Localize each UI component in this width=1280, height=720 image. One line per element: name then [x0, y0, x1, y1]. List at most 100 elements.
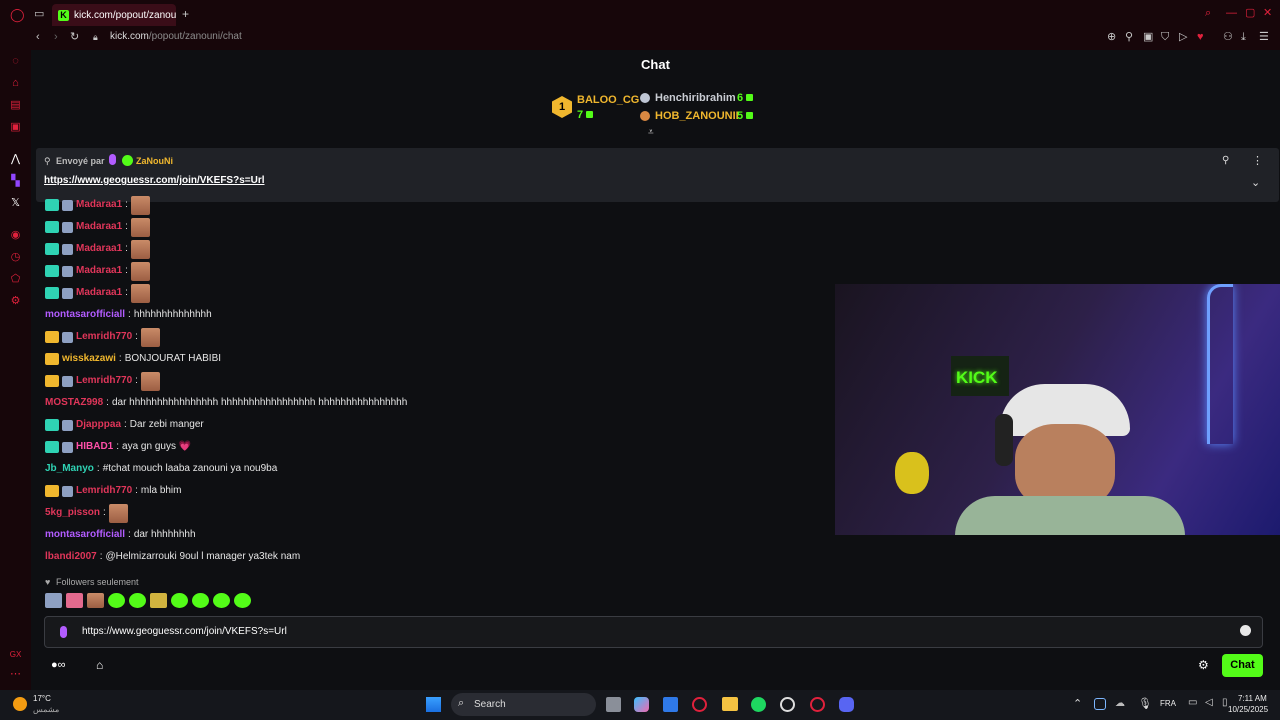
emote-button[interactable]	[87, 593, 104, 608]
adblock-icon[interactable]: ⛉	[1161, 32, 1169, 43]
chat-username[interactable]: Madaraa1	[76, 285, 122, 301]
windows-start-icon[interactable]	[426, 697, 441, 712]
player-icon[interactable]: ◉	[9, 229, 22, 242]
subscriber-badge-icon	[45, 441, 59, 453]
snapshot-icon[interactable]: ▣	[1143, 32, 1153, 43]
vpn-icon[interactable]: ▷	[1179, 32, 1187, 43]
battery-icon[interactable]: ▯	[1222, 697, 1228, 708]
emoji-icon[interactable]	[1240, 625, 1251, 636]
spotify-icon[interactable]	[751, 697, 766, 712]
cloud-icon[interactable]: ☁	[1115, 698, 1125, 709]
mic-tray-icon[interactable]: 🎙︎	[1138, 697, 1152, 710]
settings-icon[interactable]: ⚙	[9, 295, 22, 308]
chat-username[interactable]: HIBAD1	[76, 439, 113, 455]
menu-icon[interactable]: ☰	[1259, 32, 1269, 43]
chat-username[interactable]: Lemridh770	[76, 483, 132, 499]
chat-username[interactable]: Djapppaa	[76, 417, 121, 433]
clock-time[interactable]: 7:11 AM	[1238, 694, 1267, 703]
aria-icon[interactable]: ◌	[9, 55, 22, 68]
stream-video[interactable]: KICK	[835, 284, 1280, 535]
chat-username[interactable]: montasarofficiall	[45, 307, 125, 323]
kicks-icon[interactable]: ●∞	[51, 659, 66, 671]
chat-username[interactable]: Madaraa1	[76, 197, 122, 213]
mic-icon	[60, 626, 67, 638]
emote-button[interactable]	[171, 593, 188, 608]
chat-settings-icon[interactable]: ⚙	[1198, 658, 1209, 672]
close-icon[interactable]: ✕	[1263, 8, 1272, 19]
opera-logo-icon[interactable]: ◯	[10, 8, 25, 21]
chat-username[interactable]: 5kg_pisson	[45, 505, 100, 521]
browser-tab-active[interactable]: K kick.com/popout/zanouni	[52, 4, 176, 26]
minimize-icon[interactable]: —	[1226, 8, 1237, 19]
store-icon[interactable]: ⌂	[96, 658, 103, 672]
download-icon[interactable]: ⤓	[1241, 32, 1246, 43]
chat-username[interactable]: Madaraa1	[76, 219, 122, 235]
music-icon[interactable]: ▣	[9, 121, 22, 134]
emote-button[interactable]	[150, 593, 167, 608]
pin-icon[interactable]: ⚲	[1125, 32, 1133, 43]
kick-sidebar-icon[interactable]: ⋀	[9, 153, 22, 166]
chat-username[interactable]: lbandi2007	[45, 549, 97, 565]
emote-button[interactable]	[66, 593, 83, 608]
workspace-icon[interactable]: ⌂	[9, 77, 22, 90]
x-icon[interactable]: 𝕏	[9, 197, 22, 210]
pinned-link[interactable]: https://www.geoguessr.com/join/VKEFS?s=U…	[44, 175, 265, 186]
app-red-icon[interactable]	[810, 697, 825, 712]
chevron-down-icon[interactable]: ⌄	[1251, 176, 1260, 189]
file-explorer-icon[interactable]	[722, 697, 738, 711]
emote-button[interactable]	[213, 593, 230, 608]
store-app-icon[interactable]	[663, 697, 678, 712]
profile-icon[interactable]: ⚇	[1223, 32, 1233, 43]
twitch-icon[interactable]: ▚	[9, 175, 22, 188]
emote-button[interactable]	[45, 593, 62, 608]
clock-date[interactable]: 10/25/2025	[1228, 705, 1268, 714]
chat-username[interactable]: Lemridh770	[76, 373, 132, 389]
emote-button[interactable]	[234, 593, 251, 608]
lang-indicator[interactable]: FRA	[1160, 699, 1176, 708]
chat-username[interactable]: Jb_Manyo	[45, 461, 94, 477]
back-icon[interactable]: ‹	[36, 32, 40, 43]
pinned-sender[interactable]: ZaNouNi	[136, 156, 173, 166]
maximize-icon[interactable]: ▢	[1245, 8, 1255, 19]
zoom-icon[interactable]: ⊕	[1107, 32, 1116, 43]
reload-icon[interactable]: ↻	[70, 32, 79, 43]
heart-icon[interactable]: ♥	[1197, 32, 1204, 43]
tray-chevron-icon[interactable]: ⌃	[1073, 697, 1082, 710]
opera-gx-icon[interactable]	[692, 697, 707, 712]
chat-username[interactable]: wisskazawi	[62, 351, 116, 367]
discord-icon[interactable]	[839, 697, 854, 712]
new-tab-button[interactable]: +	[182, 8, 189, 20]
forward-icon[interactable]: ›	[54, 32, 58, 43]
chat-input[interactable]: https://www.geoguessr.com/join/VKEFS?s=U…	[44, 616, 1263, 648]
chat-username[interactable]: MOSTAZ998	[45, 395, 103, 411]
messenger-icon[interactable]: ▤	[9, 99, 22, 112]
taskbar-search[interactable]: ⌕ Search	[451, 693, 596, 716]
network-icon[interactable]: ▭	[1188, 697, 1197, 708]
emote-button[interactable]	[108, 593, 125, 608]
copilot-icon[interactable]	[634, 697, 649, 712]
chat-message-text: mla bhim	[140, 485, 182, 496]
chat-username[interactable]: Madaraa1	[76, 263, 122, 279]
opera-active-icon[interactable]	[780, 697, 795, 712]
url-field[interactable]: kick.com/popout/zanouni/chat	[110, 31, 242, 42]
gx-icon[interactable]: GX	[9, 648, 22, 661]
search-tabs-icon[interactable]: ⌕	[1205, 8, 1211, 19]
emote-button[interactable]	[129, 593, 146, 608]
expand-leaderboard-icon[interactable]: ⩡	[648, 127, 654, 138]
history-icon[interactable]: ◷	[9, 251, 22, 264]
chat-username[interactable]: montasarofficiall	[45, 527, 125, 543]
weather-sun-icon[interactable]	[13, 697, 27, 711]
task-view-icon[interactable]	[606, 697, 621, 712]
gifter-badge-icon	[62, 243, 73, 255]
unpin-icon[interactable]: ⚲	[1222, 155, 1229, 166]
chat-username[interactable]: Madaraa1	[76, 241, 122, 257]
more-options-icon[interactable]: ⋮	[1252, 154, 1263, 167]
volume-icon[interactable]: ◁	[1205, 697, 1213, 708]
emote-button[interactable]	[192, 593, 209, 608]
tab-overview-icon[interactable]: ▭	[34, 9, 44, 20]
more-icon[interactable]: ⋯	[9, 668, 22, 681]
extensions-icon[interactable]: ⬠	[9, 273, 22, 286]
send-chat-button[interactable]: Chat	[1222, 654, 1263, 677]
tray-app-icon[interactable]	[1094, 698, 1106, 710]
chat-username[interactable]: Lemridh770	[76, 329, 132, 345]
